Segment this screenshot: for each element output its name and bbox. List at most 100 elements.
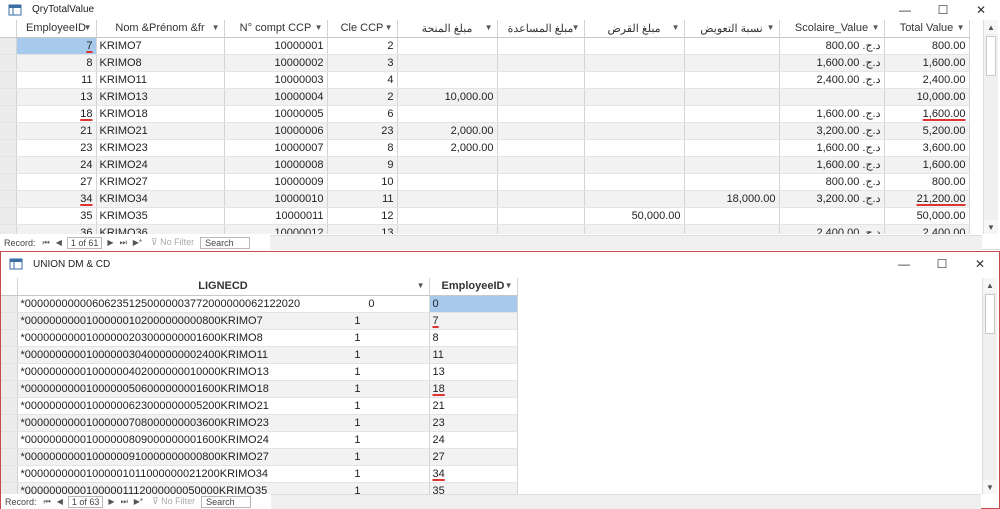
next-record-icon[interactable]: ▶ (107, 238, 113, 247)
cell-name[interactable]: KRIMO8 (96, 54, 225, 72)
cell-employeeid[interactable]: 27 (429, 448, 518, 466)
chevron-down-icon[interactable]: ▼ (84, 23, 92, 32)
horizontal-scrollbar[interactable] (271, 494, 981, 509)
previous-record-icon[interactable]: ◀ (57, 497, 63, 506)
row-selector[interactable] (1, 465, 18, 483)
cell-minha[interactable] (397, 71, 498, 89)
last-record-icon[interactable]: ⏭ (120, 238, 127, 248)
cell-qard[interactable] (584, 71, 685, 89)
cell-name[interactable]: KRIMO34 (96, 190, 225, 208)
cell-id[interactable]: 36 (16, 224, 97, 234)
cell-cle[interactable]: 2 (327, 37, 398, 55)
cell-lignecd[interactable]: *00000000001000000809000000001600KRIMO24… (17, 431, 430, 449)
cell-scolaire[interactable]: 3,200.00 .د.ج (779, 122, 885, 140)
row-selector[interactable] (1, 312, 18, 330)
chevron-down-icon[interactable]: ▼ (572, 23, 580, 32)
cell-qard[interactable] (584, 156, 685, 174)
next-record-icon[interactable]: ▶ (108, 497, 114, 506)
chevron-down-icon[interactable]: ▼ (505, 281, 513, 290)
row-selector[interactable] (0, 173, 17, 191)
cell-scolaire[interactable]: 3,200.00 .د.ج (779, 190, 885, 208)
cell-qard[interactable]: 50,000.00 (584, 207, 685, 225)
cell-lignecd[interactable]: *00000000001000000304000000002400KRIMO11… (17, 346, 430, 364)
chevron-down-icon[interactable]: ▼ (212, 23, 220, 32)
table-row[interactable]: 18 KRIMO18 10000005 6 1,600.00 .د.ج 1,600.00 (0, 105, 970, 123)
cell-taawid[interactable] (684, 71, 780, 89)
row-selector[interactable] (1, 363, 18, 381)
cell-total[interactable]: 21,200.00 (884, 190, 970, 208)
table-row[interactable]: *000000000006062351250000003772000000062… (1, 295, 518, 313)
column-header-ccp[interactable]: N° compt CCP ▼ (224, 20, 328, 38)
table-row[interactable]: *00000000001000000506000000001600KRIMO18… (1, 380, 518, 398)
cell-name[interactable]: KRIMO11 (96, 71, 225, 89)
column-header-mousaada[interactable]: مبلغ المساعدة ▼ (497, 20, 585, 38)
scroll-thumb[interactable] (986, 36, 996, 76)
vertical-scrollbar[interactable]: ▲ ▼ (982, 278, 997, 494)
cell-id[interactable]: 21 (16, 122, 97, 140)
row-selector[interactable] (0, 37, 17, 55)
cell-name[interactable]: KRIMO7 (96, 37, 225, 55)
cell-ccp[interactable]: 10000002 (224, 54, 328, 72)
table-row[interactable]: 27 KRIMO27 10000009 10 800.00 .د.ج 800.00 (0, 173, 970, 191)
cell-mousaada[interactable] (497, 224, 585, 234)
cell-name[interactable]: KRIMO18 (96, 105, 225, 123)
search-input[interactable]: Search (201, 495, 252, 508)
chevron-down-icon[interactable]: ▼ (315, 23, 323, 32)
scroll-down-icon[interactable]: ▼ (983, 480, 997, 494)
cell-id[interactable]: 24 (16, 156, 97, 174)
cell-employeeid[interactable]: 13 (429, 363, 518, 381)
column-header-qard[interactable]: مبلغ القرض ▼ (584, 20, 685, 38)
cell-scolaire[interactable] (779, 88, 885, 106)
column-header-nom[interactable]: Nom &Prénom &fr ▼ (96, 20, 225, 38)
cell-total[interactable]: 800.00 (884, 37, 970, 55)
row-selector[interactable] (1, 380, 18, 398)
row-selector[interactable] (1, 346, 18, 364)
cell-ccp[interactable]: 10000008 (224, 156, 328, 174)
cell-minha[interactable]: 2,000.00 (397, 139, 498, 157)
cell-mousaada[interactable] (497, 139, 585, 157)
table-row[interactable]: *00000000001000000809000000001600KRIMO24… (1, 431, 518, 449)
cell-qard[interactable] (584, 37, 685, 55)
cell-scolaire[interactable]: 800.00 .د.ج (779, 173, 885, 191)
no-filter-button[interactable]: ⊽ No Filter (151, 237, 194, 248)
column-header-lignecd[interactable]: LIGNECD ▼ (17, 278, 430, 296)
cell-ccp[interactable]: 10000010 (224, 190, 328, 208)
cell-employeeid[interactable]: 21 (429, 397, 518, 415)
close-button[interactable]: ✕ (962, 0, 1000, 19)
cell-taawid[interactable] (684, 173, 780, 191)
table-row[interactable]: 24 KRIMO24 10000008 9 1,600.00 .د.ج 1,600.00 (0, 156, 970, 174)
table-row[interactable]: 35 KRIMO35 10000011 12 50,000.00 50,000.00 (0, 207, 970, 225)
cell-total[interactable]: 50,000.00 (884, 207, 970, 225)
cell-minha[interactable] (397, 54, 498, 72)
minimize-button[interactable]: — (885, 252, 923, 276)
cell-scolaire[interactable]: 2,400.00 .د.ج (779, 224, 885, 234)
cell-cle[interactable]: 2 (327, 88, 398, 106)
cell-id[interactable]: 35 (16, 207, 97, 225)
cell-scolaire[interactable]: 1,600.00 .د.ج (779, 54, 885, 72)
cell-cle[interactable]: 6 (327, 105, 398, 123)
cell-qard[interactable] (584, 88, 685, 106)
cell-taawid[interactable] (684, 54, 780, 72)
cell-scolaire[interactable]: 1,600.00 .د.ج (779, 139, 885, 157)
table-row[interactable]: *00000000001000000623000000005200KRIMO21… (1, 397, 518, 415)
table-row[interactable]: 21 KRIMO21 10000006 23 2,000.00 3,200.00 .د.ج… (0, 122, 970, 140)
cell-cle[interactable]: 8 (327, 139, 398, 157)
cell-total[interactable]: 800.00 (884, 173, 970, 191)
cell-lignecd[interactable]: *00000000001000001112000000050000KRIMO35… (17, 482, 430, 494)
first-record-icon[interactable]: ⏮ (44, 497, 51, 507)
cell-mousaada[interactable] (497, 37, 585, 55)
cell-ccp[interactable]: 10000007 (224, 139, 328, 157)
new-record-icon[interactable]: ▶* (133, 238, 142, 247)
chevron-down-icon[interactable]: ▼ (872, 23, 880, 32)
cell-cle[interactable]: 12 (327, 207, 398, 225)
table-row[interactable]: 8 KRIMO8 10000002 3 1,600.00 .د.ج 1,600.00 (0, 54, 970, 72)
table-row[interactable]: 7 KRIMO7 10000001 2 800.00 .د.ج 800.00 (0, 37, 970, 55)
row-selector[interactable] (0, 190, 17, 208)
minimize-button[interactable]: — (886, 0, 924, 19)
cell-total[interactable]: 1,600.00 (884, 54, 970, 72)
chevron-down-icon[interactable]: ▼ (417, 281, 425, 290)
table-row[interactable]: *00000000001000000708000000003600KRIMO23… (1, 414, 518, 432)
cell-lignecd[interactable]: *00000000001000000506000000001600KRIMO18… (17, 380, 430, 398)
cell-cle[interactable]: 10 (327, 173, 398, 191)
cell-mousaada[interactable] (497, 122, 585, 140)
